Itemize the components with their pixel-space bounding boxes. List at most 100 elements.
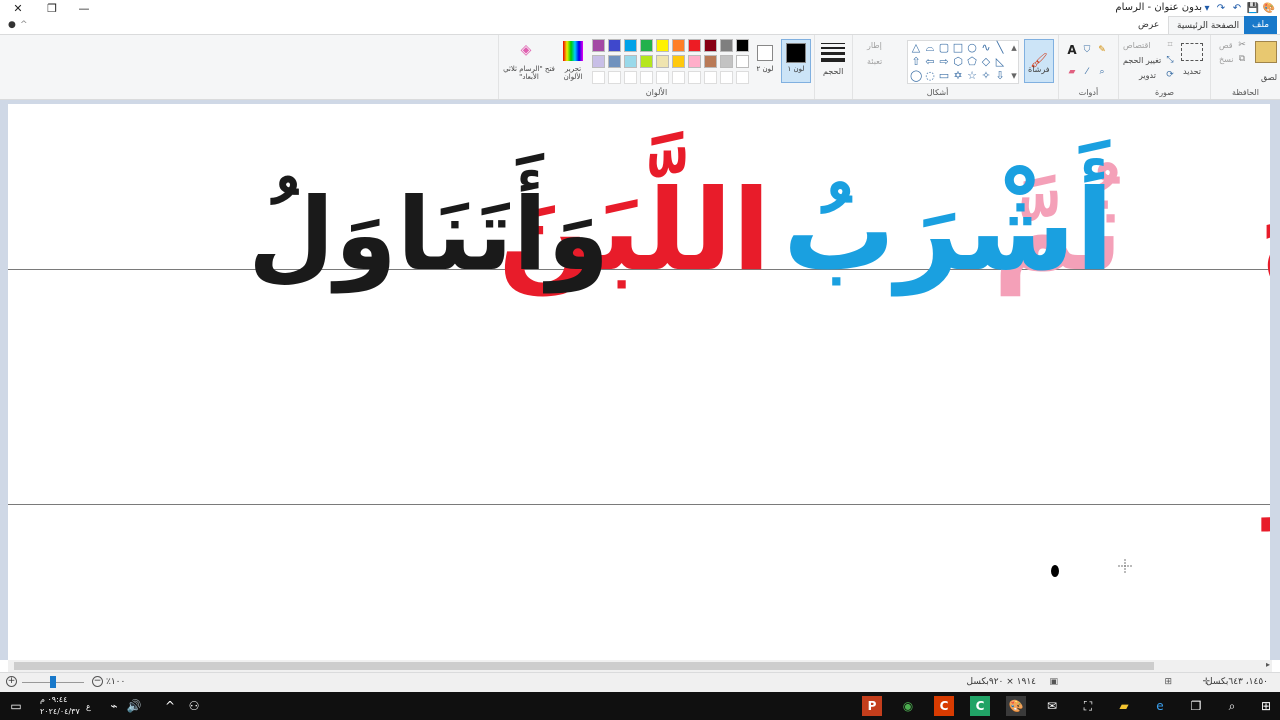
outline-button[interactable]: إطار [867, 41, 882, 50]
notifications-icon[interactable]: ▭ [6, 696, 26, 716]
clock-date[interactable]: ٢٠٢٤/٠٤/٣٧ [40, 707, 80, 716]
palette-swatch[interactable] [592, 39, 605, 52]
shape-rect-icon[interactable]: □ [952, 42, 964, 54]
palette-swatch[interactable] [704, 55, 717, 68]
brush-button[interactable]: 🖌 [1024, 39, 1054, 83]
edge-icon[interactable]: e [1150, 696, 1170, 716]
shape-line-icon[interactable]: ╲ [994, 42, 1006, 54]
shape-arrow-up-icon[interactable]: ⇧ [910, 56, 922, 68]
tray-expand-icon[interactable]: ^ [160, 696, 180, 716]
palette-swatch[interactable] [720, 39, 733, 52]
shape-callout-oval-icon[interactable]: ◯ [910, 70, 922, 82]
clock-time[interactable]: ٠٩:٤٤ م [40, 695, 67, 704]
fill-button[interactable]: تعبئة [867, 57, 882, 66]
select-button[interactable]: تحديد [1183, 67, 1201, 76]
color2-button[interactable]: لون ٢ [751, 39, 779, 83]
rotate-button[interactable]: تدوير [1139, 71, 1156, 80]
powerpoint-icon[interactable]: P [862, 696, 882, 716]
palette-swatch[interactable] [720, 55, 733, 68]
edit-colors-icon[interactable] [563, 41, 583, 61]
palette-swatch[interactable] [688, 55, 701, 68]
undo-icon[interactable]: ↶ [1230, 1, 1244, 15]
tab-file[interactable]: ملف [1244, 16, 1278, 34]
magnifier-icon[interactable]: ⌕ [1095, 65, 1109, 79]
cut-button[interactable]: قص [1219, 41, 1233, 50]
palette-swatch[interactable] [656, 39, 669, 52]
shape-curve-icon[interactable]: ∿ [980, 42, 992, 54]
custom-color-slot[interactable] [592, 71, 605, 84]
text-icon[interactable]: A [1065, 43, 1079, 57]
shape-pentagon-icon[interactable]: ⬠ [966, 56, 978, 68]
people-icon[interactable]: ⚇ [184, 696, 204, 716]
custom-color-slot[interactable] [608, 71, 621, 84]
shape-callout-round-icon[interactable]: ◌ [924, 70, 936, 82]
shapes-more-icon[interactable]: ▾ [1008, 70, 1020, 82]
palette-swatch[interactable] [736, 39, 749, 52]
customize-qa-icon[interactable]: ▾ [1200, 1, 1214, 15]
zoom-slider-thumb[interactable] [50, 676, 56, 688]
palette-swatch[interactable] [672, 39, 685, 52]
select-icon[interactable] [1181, 43, 1203, 61]
custom-color-slot[interactable] [720, 71, 733, 84]
horizontal-scrollbar[interactable]: ▸ [8, 660, 1272, 672]
chrome-icon[interactable]: ◉ [898, 696, 918, 716]
start-icon[interactable]: ⊞ [1256, 696, 1276, 716]
maximize-button[interactable]: ❐ [36, 0, 68, 16]
shape-star6-icon[interactable]: ✡ [952, 70, 964, 82]
shape-hexagon-icon[interactable]: ⬡ [952, 56, 964, 68]
help-icon[interactable]: ^ [12, 16, 36, 34]
palette-swatch[interactable] [656, 55, 669, 68]
paste-button[interactable]: لصق [1261, 73, 1277, 82]
palette-swatch[interactable] [640, 39, 653, 52]
paste-icon[interactable] [1255, 41, 1277, 63]
save-icon[interactable]: 💾 [1246, 1, 1260, 15]
network-icon[interactable]: ⌁ [104, 696, 124, 716]
shape-right-triangle-icon[interactable]: ◺ [994, 56, 1006, 68]
scroll-right-icon[interactable]: ▸ [1266, 660, 1270, 669]
mail-icon[interactable]: ✉ [1042, 696, 1062, 716]
eraser-icon[interactable]: ▰ [1065, 65, 1079, 79]
palette-swatch[interactable] [608, 39, 621, 52]
zoom-in-icon[interactable]: + [6, 676, 17, 687]
shape-arrow-left-icon[interactable]: ⇦ [924, 56, 936, 68]
task-view-icon[interactable]: ❐ [1186, 696, 1206, 716]
palette-swatch[interactable] [704, 39, 717, 52]
custom-color-slot[interactable] [656, 71, 669, 84]
camtasia-green-icon[interactable]: C [970, 696, 990, 716]
tab-view[interactable]: عرض [1130, 16, 1167, 34]
color-picker-icon[interactable]: ⁄ [1080, 65, 1094, 79]
palette-swatch[interactable] [592, 55, 605, 68]
pencil-icon[interactable]: ✎ [1095, 43, 1109, 57]
custom-color-slot[interactable] [688, 71, 701, 84]
copy-button[interactable]: نسخ [1219, 55, 1234, 64]
crop-button[interactable]: اقتصاص [1123, 41, 1151, 50]
drawing-canvas[interactable]: الصُّبْحِ ثُمَّ أَشْرَبُ اللَّبَنَ وَأَت… [8, 104, 1270, 660]
line-size-icon[interactable] [821, 41, 845, 63]
redo-icon[interactable]: ↷ [1214, 1, 1228, 15]
palette-swatch[interactable] [624, 39, 637, 52]
volume-icon[interactable]: 🔊 [124, 696, 144, 716]
shapes-scroll-up-icon[interactable]: ▴ [1008, 42, 1020, 54]
shape-triangle-icon[interactable]: △ [910, 42, 922, 54]
store-icon[interactable]: ⛶ [1078, 696, 1098, 716]
edit-colors-button[interactable]: تحرير الألوان [559, 65, 587, 81]
palette-swatch[interactable] [640, 55, 653, 68]
paint3d-button[interactable]: فتح "الرسام ثلاثي الأبعاد" [503, 65, 555, 81]
paint-taskbar-icon[interactable]: 🎨 [1006, 696, 1026, 716]
shape-oval-icon[interactable]: ○ [966, 42, 978, 54]
custom-color-slot[interactable] [624, 71, 637, 84]
zoom-out-icon[interactable]: − [92, 676, 103, 687]
palette-swatch[interactable] [736, 55, 749, 68]
paint3d-icon[interactable]: ◈ [517, 41, 535, 59]
palette-swatch[interactable] [688, 39, 701, 52]
shape-star5-icon[interactable]: ☆ [966, 70, 978, 82]
tab-home[interactable]: الصفحة الرئيسية [1168, 16, 1249, 34]
search-icon[interactable]: ⌕ [1222, 696, 1242, 716]
file-explorer-icon[interactable]: ▰ [1114, 696, 1134, 716]
palette-swatch[interactable] [608, 55, 621, 68]
custom-color-slot[interactable] [672, 71, 685, 84]
input-language[interactable]: ع [86, 702, 91, 711]
shape-star4-icon[interactable]: ✧ [980, 70, 992, 82]
minimize-button[interactable]: — [68, 0, 100, 16]
shape-arrow-right-icon[interactable]: ⇨ [938, 56, 950, 68]
